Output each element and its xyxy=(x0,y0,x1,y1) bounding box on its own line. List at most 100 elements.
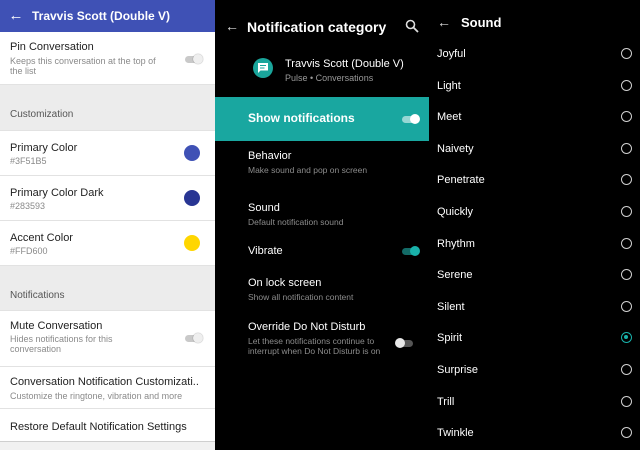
restore-defaults-title: Restore Default Notification Settings xyxy=(10,421,187,433)
override-dnd-row[interactable]: Override Do Not Disturb Let these notifi… xyxy=(248,321,396,356)
show-notifications-toggle[interactable] xyxy=(402,114,420,124)
sound-app-bar: ← Sound xyxy=(429,0,640,42)
sound-option-spirit[interactable]: Spirit xyxy=(429,332,640,364)
sound-option-label: Surprise xyxy=(437,364,478,376)
vibrate-toggle[interactable] xyxy=(402,246,420,256)
sound-option-label: Twinkle xyxy=(437,427,474,440)
mute-conversation-toggle[interactable] xyxy=(185,333,203,343)
sound-option-radio[interactable] xyxy=(621,395,632,407)
primary-color-dark-title: Primary Color Dark xyxy=(10,187,104,199)
sound-subtitle: Default notification sound xyxy=(248,217,344,227)
notification-category-app-bar: ← Notification category xyxy=(215,0,429,52)
accent-color-swatch xyxy=(184,235,200,251)
sound-option-radio[interactable] xyxy=(621,332,632,344)
sound-option-radio[interactable] xyxy=(621,427,632,439)
sound-option-radio[interactable] xyxy=(621,364,632,375)
sound-option-label: Quickly xyxy=(437,206,474,218)
notification-customization-subtitle: Customize the ringtone, vibration and mo… xyxy=(10,391,183,401)
sound-option-radio[interactable] xyxy=(621,48,632,59)
behavior-row[interactable]: Behavior Make sound and pop on screen xyxy=(248,150,367,175)
lock-screen-title: On lock screen xyxy=(248,277,322,289)
sound-option-radio[interactable] xyxy=(621,300,632,312)
back-arrow-icon[interactable]: ← xyxy=(437,14,451,30)
primary-color-swatch xyxy=(184,145,200,161)
override-dnd-subtitle: Let these notifications continue to inte… xyxy=(248,336,381,356)
search-icon[interactable] xyxy=(405,19,419,33)
mute-conversation-subtitle: Hides notifications for this conversatio… xyxy=(10,334,113,354)
sound-option-penetrate[interactable]: Penetrate xyxy=(429,174,640,206)
accent-color-value: #FFD600 xyxy=(10,246,48,256)
sound-option-serene[interactable]: Serene xyxy=(429,269,640,301)
notification-customization-row[interactable]: Conversation Notification Customizati.. … xyxy=(0,367,215,409)
notification-category-panel: ← Notification category Travvis Scott (D… xyxy=(215,0,429,450)
vibrate-title: Vibrate xyxy=(248,245,283,257)
show-notifications-row[interactable]: Show notifications xyxy=(215,97,429,141)
pin-conversation-toggle[interactable] xyxy=(185,54,203,64)
primary-color-title: Primary Color xyxy=(10,142,78,154)
conversation-settings-panel: ← Travvis Scott (Double V) Pin Conversat… xyxy=(0,0,215,450)
sound-option-label: Penetrate xyxy=(437,174,485,187)
conversation-app-bar: ← Travvis Scott (Double V) xyxy=(0,0,215,32)
sound-option-quickly[interactable]: Quickly xyxy=(429,206,640,238)
override-dnd-title: Override Do Not Disturb xyxy=(248,321,366,333)
lock-screen-subtitle: Show all notification content xyxy=(248,292,354,302)
sound-option-naivety[interactable]: Naivety xyxy=(429,142,640,175)
customization-section-label: Customization xyxy=(10,109,74,120)
sound-picker-title: Sound xyxy=(461,15,502,30)
notification-customization-title: Conversation Notification Customizati.. xyxy=(10,376,199,388)
sound-picker-panel: ← Sound Joyful Light Meet Naivety Penetrate Q… xyxy=(429,0,640,450)
sound-option-label: Meet xyxy=(437,111,462,124)
show-notifications-label: Show notifications xyxy=(248,111,355,125)
sound-option-radio[interactable] xyxy=(621,79,632,91)
sound-option-silent[interactable]: Silent xyxy=(429,300,640,333)
sound-option-label: Naivety xyxy=(437,142,474,155)
sound-option-light[interactable]: Light xyxy=(429,79,640,112)
sound-option-trill[interactable]: Trill xyxy=(429,395,640,428)
sound-option-radio[interactable] xyxy=(621,111,632,123)
lock-screen-row[interactable]: On lock screen Show all notification con… xyxy=(248,277,353,302)
sound-option-label: Serene xyxy=(437,269,473,282)
sound-row[interactable]: Sound Default notification sound xyxy=(248,202,343,227)
primary-color-value: #3F51B5 xyxy=(10,156,47,166)
app-chat-icon xyxy=(253,58,273,78)
primary-color-dark-row[interactable]: Primary Color Dark #283593 xyxy=(0,176,215,221)
sound-option-label: Light xyxy=(437,79,461,92)
sound-option-label: Rhythm xyxy=(437,237,475,250)
primary-color-row[interactable]: Primary Color #3F51B5 xyxy=(0,131,215,176)
pin-conversation-title: Pin Conversation xyxy=(10,41,94,53)
vibrate-row[interactable]: Vibrate xyxy=(248,245,418,257)
primary-color-dark-value: #283593 xyxy=(10,201,46,211)
pin-conversation-row[interactable]: Pin Conversation Keeps this conversation… xyxy=(0,32,215,85)
sound-option-radio[interactable] xyxy=(621,237,632,249)
sound-option-label: Silent xyxy=(437,300,465,313)
sound-option-radio[interactable] xyxy=(621,206,632,217)
accent-color-title: Accent Color xyxy=(10,232,73,244)
pin-conversation-subtitle: Keeps this conversation at the top of th… xyxy=(10,56,156,76)
app-conversation-name: Travvis Scott (Double V) xyxy=(285,58,404,70)
sound-option-joyful[interactable]: Joyful xyxy=(429,48,640,80)
notification-category-title: Notification category xyxy=(247,19,387,35)
sound-option-rhythm[interactable]: Rhythm xyxy=(429,237,640,270)
sound-option-label: Joyful xyxy=(437,48,466,60)
override-dnd-toggle[interactable] xyxy=(395,338,413,348)
mute-conversation-row[interactable]: Mute Conversation Hides notifications fo… xyxy=(0,311,215,367)
mute-conversation-title: Mute Conversation xyxy=(10,320,103,332)
sound-option-meet[interactable]: Meet xyxy=(429,111,640,143)
sound-option-radio[interactable] xyxy=(621,174,632,186)
back-arrow-icon[interactable]: ← xyxy=(225,18,239,34)
restore-defaults-row[interactable]: Restore Default Notification Settings xyxy=(0,409,215,441)
sound-option-twinkle[interactable]: Twinkle xyxy=(429,427,640,450)
sound-option-label: Trill xyxy=(437,395,455,408)
accent-color-row[interactable]: Accent Color #FFD600 xyxy=(0,221,215,266)
sound-option-radio[interactable] xyxy=(621,142,632,154)
sound-option-surprise[interactable]: Surprise xyxy=(429,364,640,396)
sound-option-label: Spirit xyxy=(437,332,463,345)
app-conversation-subtitle: Pulse • Conversations xyxy=(285,73,374,83)
behavior-title: Behavior xyxy=(248,150,292,162)
notifications-section-header: Notifications xyxy=(0,266,215,311)
sound-title: Sound xyxy=(248,202,280,214)
sound-option-radio[interactable] xyxy=(621,269,632,281)
back-arrow-icon[interactable]: ← xyxy=(0,0,32,32)
conversation-title: Travvis Scott (Double V) xyxy=(32,9,171,23)
customization-section-header: Customization xyxy=(0,85,215,131)
